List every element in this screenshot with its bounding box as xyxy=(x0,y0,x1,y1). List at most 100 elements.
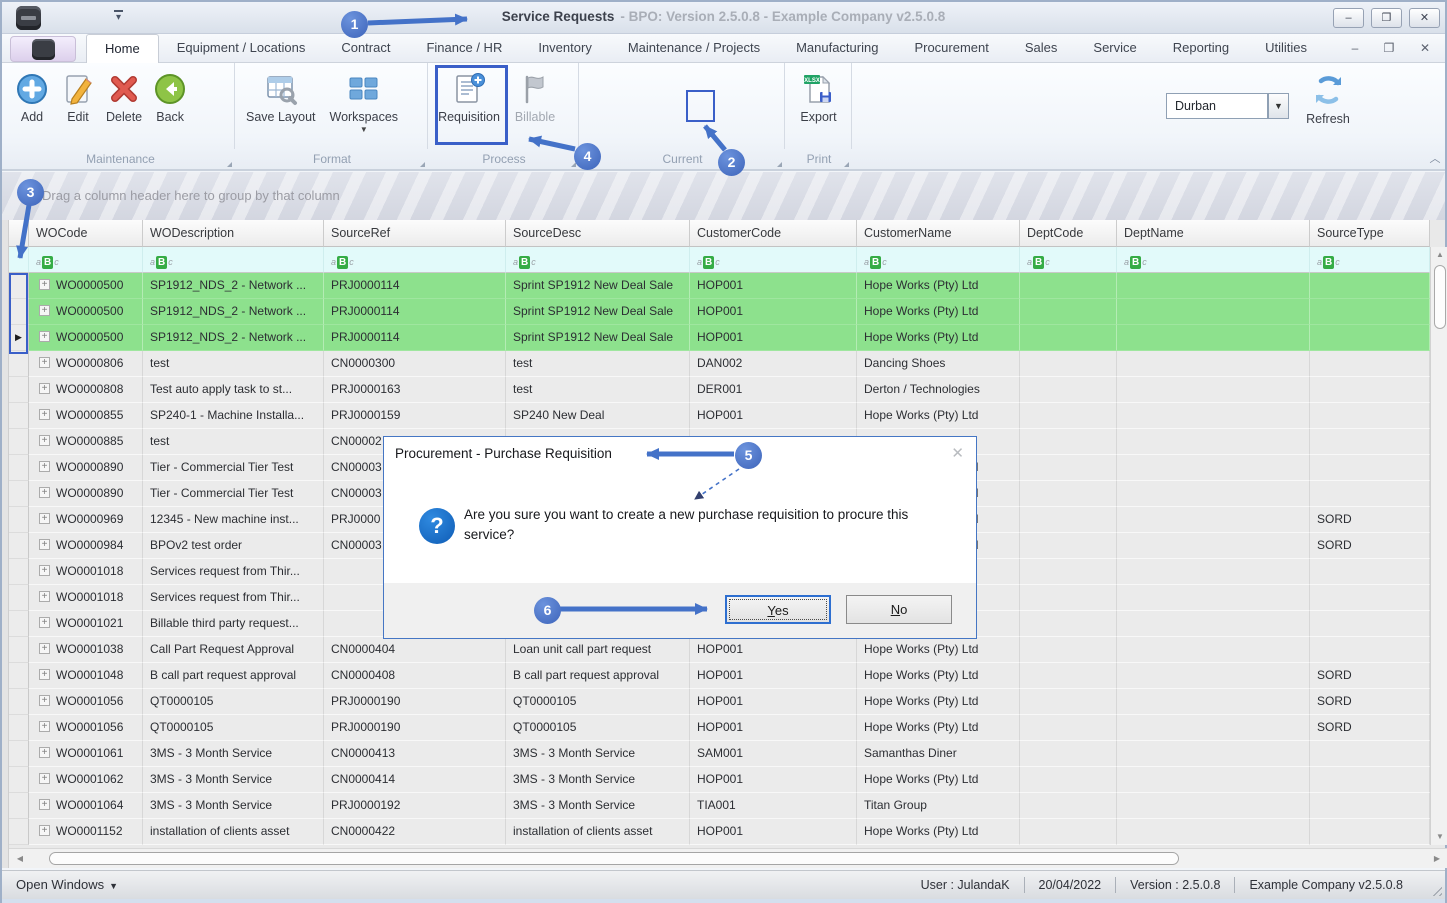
row-expand-icon[interactable]: + xyxy=(39,747,50,759)
table-row[interactable]: + WO0001061 3MS - 3 Month Service CN0000413… xyxy=(9,741,1430,767)
row-expand-icon[interactable]: + xyxy=(39,383,50,395)
column-header-deptcode[interactable]: DeptCode xyxy=(1020,220,1117,247)
workspaces-button[interactable]: Workspaces ▼ xyxy=(330,63,398,134)
column-header-wocode[interactable]: WOCode xyxy=(29,220,143,247)
dialog-launcher-icon[interactable] xyxy=(227,162,232,167)
table-row[interactable]: ▶ + WO0000500 SP1912_NDS_2 - Network ... PRJ… xyxy=(9,325,1430,351)
filter-cell-deptcode[interactable]: aBc xyxy=(1020,247,1117,273)
filter-cell-deptname[interactable]: aBc xyxy=(1117,247,1310,273)
table-row[interactable]: + WO0001038 Call Part Request Approval CN00… xyxy=(9,637,1430,663)
filter-cell-wodescription[interactable]: aBc xyxy=(143,247,324,273)
row-expand-icon[interactable]: + xyxy=(39,461,50,473)
dialog-launcher-icon[interactable] xyxy=(844,162,849,167)
column-header-wodescription[interactable]: WODescription xyxy=(143,220,324,247)
tab-manufacturing[interactable]: Manufacturing xyxy=(778,34,896,63)
row-expand-icon[interactable]: + xyxy=(39,357,50,369)
tab-sales[interactable]: Sales xyxy=(1007,34,1076,63)
filter-cell-customername[interactable]: aBc xyxy=(857,247,1020,273)
row-expand-icon[interactable]: + xyxy=(39,773,50,785)
row-expand-icon[interactable]: + xyxy=(39,513,50,525)
row-expand-icon[interactable]: + xyxy=(39,669,50,681)
tab-home[interactable]: Home xyxy=(86,34,159,63)
column-header-customername[interactable]: CustomerName xyxy=(857,220,1020,247)
ribbon-minimize-button[interactable]: – xyxy=(1344,39,1366,57)
horizontal-scroll-thumb[interactable] xyxy=(49,852,1179,865)
table-row[interactable]: + WO0000806 test CN0000300 test DAN002 Dancing… xyxy=(9,351,1430,377)
back-button[interactable]: Back xyxy=(152,63,188,124)
table-row[interactable]: + WO0001056 QT0000105 PRJ0000190 QT0000105 HO… xyxy=(9,715,1430,741)
row-expand-icon[interactable]: + xyxy=(39,487,50,499)
combobox-dropdown-arrow-icon[interactable]: ▼ xyxy=(1268,93,1289,119)
tab-contract[interactable]: Contract xyxy=(323,34,408,63)
delete-button[interactable]: Delete xyxy=(106,63,142,124)
row-expand-icon[interactable]: + xyxy=(39,305,50,317)
filter-cell-customercode[interactable]: aBc xyxy=(690,247,857,273)
table-row[interactable]: + WO0000500 SP1912_NDS_2 - Network ... PRJ0… xyxy=(9,273,1430,299)
no-button[interactable]: No xyxy=(846,595,952,624)
scroll-up-icon[interactable]: ▲ xyxy=(1431,247,1447,263)
yes-button[interactable]: Yes xyxy=(725,595,831,624)
branch-combobox-value[interactable]: Durban xyxy=(1166,93,1268,119)
resize-grip[interactable] xyxy=(1429,883,1442,896)
dialog-close-icon[interactable]: ✕ xyxy=(951,444,964,462)
row-expand-icon[interactable]: + xyxy=(39,825,50,837)
refresh-button[interactable]: Refresh xyxy=(1296,63,1360,126)
dialog-launcher-icon[interactable] xyxy=(777,162,782,167)
edit-button[interactable]: Edit xyxy=(60,63,96,124)
row-expand-icon[interactable]: + xyxy=(39,721,50,733)
row-expand-icon[interactable]: + xyxy=(39,409,50,421)
tab-finance-hr[interactable]: Finance / HR xyxy=(408,34,520,63)
filter-cell-sourceref[interactable]: aBc xyxy=(324,247,506,273)
table-row[interactable]: + WO0001062 3MS - 3 Month Service CN0000414… xyxy=(9,767,1430,793)
vertical-scroll-thumb[interactable] xyxy=(1434,265,1446,329)
tab-maintenance-projects[interactable]: Maintenance / Projects xyxy=(610,34,778,63)
table-row[interactable]: + WO0000855 SP240-1 - Machine Installa... P… xyxy=(9,403,1430,429)
table-row[interactable]: + WO0001056 QT0000105 PRJ0000190 QT0000105 HO… xyxy=(9,689,1430,715)
tab-reporting[interactable]: Reporting xyxy=(1155,34,1247,63)
row-expand-icon[interactable]: + xyxy=(39,539,50,551)
tab-service[interactable]: Service xyxy=(1075,34,1154,63)
export-button[interactable]: XLSX Export xyxy=(800,63,837,124)
filter-cell-sourcedesc[interactable]: aBc xyxy=(506,247,690,273)
column-header-sourcetype[interactable]: SourceType xyxy=(1310,220,1430,247)
row-expand-icon[interactable]: + xyxy=(39,331,50,343)
horizontal-scrollbar[interactable]: ◀ ▶ xyxy=(9,848,1447,868)
row-expand-icon[interactable]: + xyxy=(39,435,50,447)
row-expand-icon[interactable]: + xyxy=(39,799,50,811)
ribbon-close-button[interactable]: ✕ xyxy=(1414,39,1436,57)
dialog-launcher-icon[interactable] xyxy=(420,162,425,167)
column-header-sourcedesc[interactable]: SourceDesc xyxy=(506,220,690,247)
tab-equipment-locations[interactable]: Equipment / Locations xyxy=(159,34,324,63)
close-button[interactable]: ✕ xyxy=(1409,8,1440,28)
row-expand-icon[interactable]: + xyxy=(39,565,50,577)
requisition-button[interactable]: Requisition xyxy=(437,63,501,124)
filter-cell-wocode[interactable]: aBc xyxy=(29,247,143,273)
tab-procurement[interactable]: Procurement xyxy=(896,34,1006,63)
open-windows-menu[interactable]: Open Windows ▼ xyxy=(16,871,118,900)
scroll-left-icon[interactable]: ◀ xyxy=(11,849,29,869)
table-row[interactable]: + WO0001064 3MS - 3 Month Service PRJ000019… xyxy=(9,793,1430,819)
save-layout-button[interactable]: Save Layout xyxy=(246,63,316,134)
row-expand-icon[interactable]: + xyxy=(39,591,50,603)
group-by-panel[interactable]: Drag a column header here to group by th… xyxy=(2,172,1445,220)
column-header-deptname[interactable]: DeptName xyxy=(1117,220,1310,247)
vertical-scrollbar[interactable]: ▲ ▼ xyxy=(1430,247,1447,845)
scroll-down-icon[interactable]: ▼ xyxy=(1431,829,1447,845)
column-header-customercode[interactable]: CustomerCode xyxy=(690,220,857,247)
application-menu-button[interactable] xyxy=(10,36,76,62)
tab-inventory[interactable]: Inventory xyxy=(520,34,609,63)
ribbon-collapse-icon[interactable]: ︿ xyxy=(1426,153,1444,167)
minimize-button[interactable]: – xyxy=(1333,8,1364,28)
scroll-right-icon[interactable]: ▶ xyxy=(1428,849,1446,869)
table-row[interactable]: + WO0000808 Test auto apply task to st... P… xyxy=(9,377,1430,403)
add-button[interactable]: Add xyxy=(14,63,50,124)
table-row[interactable]: + WO0001152 installation of clients asset C… xyxy=(9,819,1430,845)
row-expand-icon[interactable]: + xyxy=(39,279,50,291)
column-header-sourceref[interactable]: SourceRef xyxy=(324,220,506,247)
row-expand-icon[interactable]: + xyxy=(39,643,50,655)
filter-cell-sourcetype[interactable]: aBc xyxy=(1310,247,1430,273)
ribbon-restore-button[interactable]: ❐ xyxy=(1378,39,1400,57)
tab-utilities[interactable]: Utilities xyxy=(1247,34,1325,63)
table-row[interactable]: + WO0000500 SP1912_NDS_2 - Network ... PRJ0… xyxy=(9,299,1430,325)
row-expand-icon[interactable]: + xyxy=(39,695,50,707)
